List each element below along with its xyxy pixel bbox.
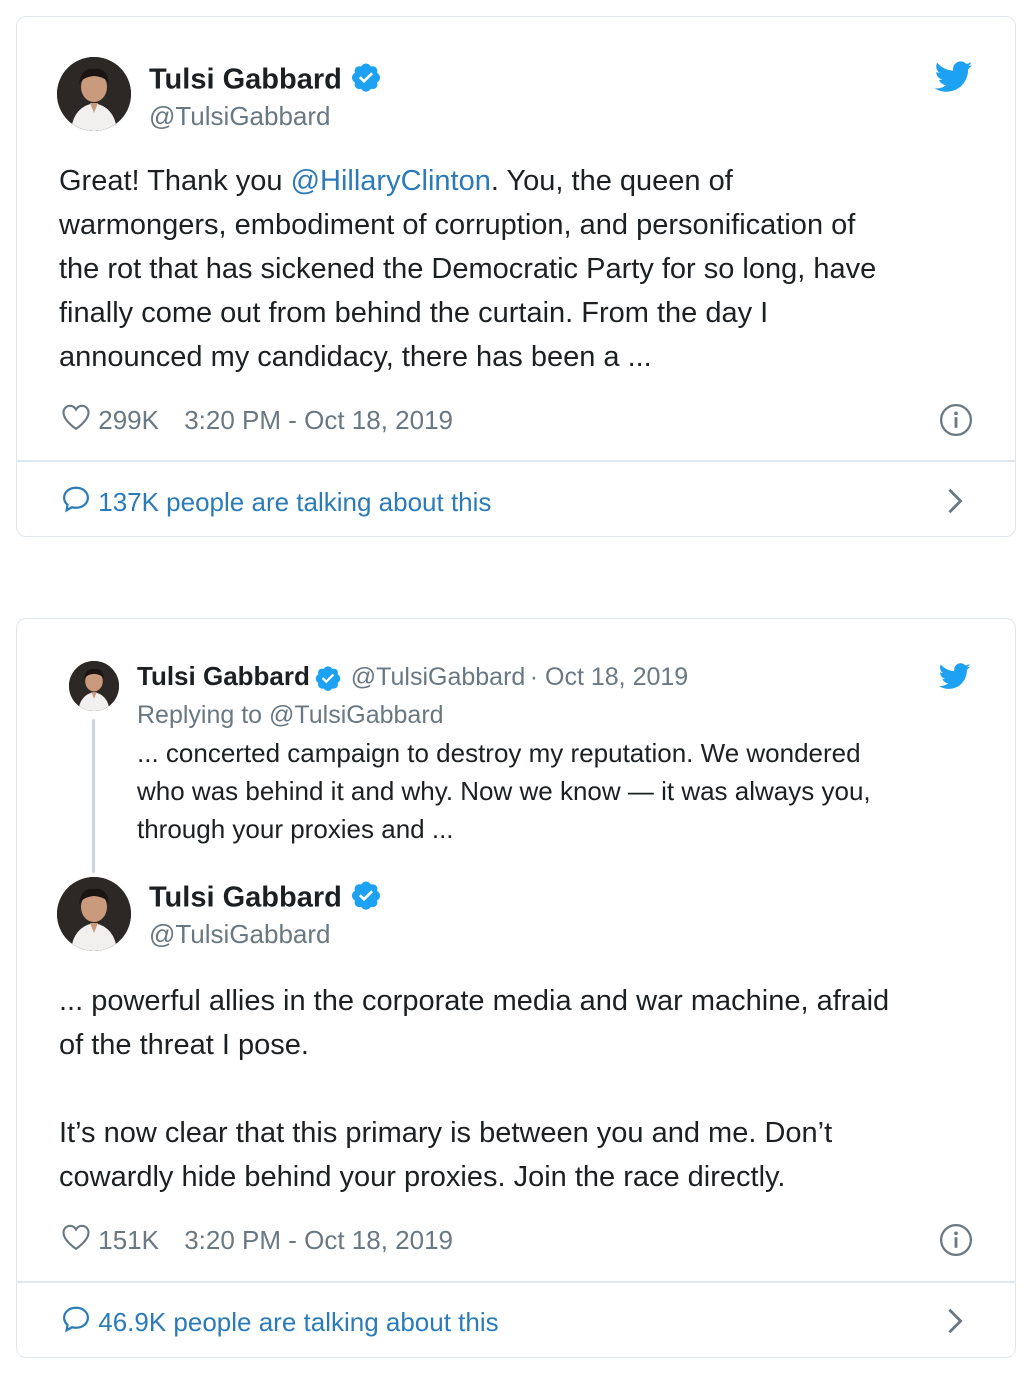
tweet-line: who was behind it and why. Now we know —… [137, 776, 871, 806]
verified-badge-icon [350, 879, 382, 919]
tweet-text: Great! Thank you @HillaryClinton. You, t… [59, 159, 876, 379]
like-count[interactable]: 151K [98, 1225, 159, 1255]
timestamp[interactable]: 3:20 PM - Oct 18, 2019 [184, 1225, 453, 1255]
talking-text[interactable]: 137K people are talking about this [98, 487, 491, 517]
divider [17, 460, 1015, 462]
quoted-tweet-text: ... concerted campaign to destroy my rep… [137, 734, 871, 848]
tweet-card[interactable]: Tulsi Gabbard @TulsiGabbard · Oct 18, 20… [16, 618, 1016, 1358]
tweet-line: ... concerted campaign to destroy my rep… [137, 738, 861, 768]
author-name[interactable]: Tulsi Gabbard [149, 64, 342, 96]
replying-to[interactable]: Replying to @TulsiGabbard [137, 701, 444, 730]
author-name[interactable]: Tulsi Gabbard [149, 882, 342, 914]
tweet-line: cowardly hide behind your proxies. Join … [59, 1161, 786, 1193]
author-name[interactable]: Tulsi Gabbard [137, 661, 310, 691]
chat-bubble-icon [61, 484, 91, 521]
tweet-line: Great! Thank you @HillaryClinton. You, t… [59, 165, 733, 197]
tweet-line: It’s now clear that this primary is betw… [59, 1117, 833, 1149]
tweet-line: ... powerful allies in the corporate med… [59, 985, 890, 1017]
talking-text[interactable]: 46.9K people are talking about this [98, 1307, 498, 1337]
tweet-line: of the threat I pose. [59, 1029, 309, 1061]
tweet-line [59, 1067, 889, 1111]
tweet-line: warmongers, embodiment of corruption, an… [59, 209, 856, 241]
heart-icon[interactable] [61, 1223, 91, 1258]
chevron-right-icon[interactable] [945, 1307, 965, 1340]
author-handle[interactable]: @TulsiGabbard [149, 919, 331, 950]
divider [17, 1281, 1015, 1283]
tweet-text: ... powerful allies in the corporate med… [59, 979, 889, 1199]
verified-badge-icon [350, 61, 382, 101]
chevron-right-icon[interactable] [945, 487, 965, 520]
author-handle[interactable]: @TulsiGabbard [351, 663, 526, 691]
timestamp[interactable]: 3:20 PM - Oct 18, 2019 [184, 405, 453, 435]
avatar[interactable] [69, 661, 119, 711]
tweet-line: announced my candidacy, there has been a… [59, 341, 652, 373]
reply-thread-line [92, 719, 95, 873]
info-icon[interactable] [939, 1223, 973, 1262]
like-count[interactable]: 299K [98, 405, 159, 435]
heart-icon[interactable] [61, 403, 91, 438]
info-icon[interactable] [939, 403, 973, 442]
avatar[interactable] [57, 877, 131, 951]
tweet-date[interactable]: · Oct 18, 2019 [530, 663, 688, 691]
talking-link[interactable]: 137K people are talking about this [61, 484, 491, 521]
verified-badge-icon [314, 664, 342, 697]
tweet-line: through your proxies and ... [137, 814, 454, 844]
twitter-bird-icon[interactable] [934, 61, 973, 98]
chat-bubble-icon [61, 1304, 91, 1341]
tweet-card[interactable]: Tulsi Gabbard @TulsiGabbard Great! Thank… [16, 16, 1016, 537]
author-handle[interactable]: @TulsiGabbard [149, 101, 331, 132]
avatar[interactable] [57, 57, 131, 131]
twitter-bird-icon[interactable] [938, 663, 971, 695]
tweet-line: finally come out from behind the curtain… [59, 297, 769, 329]
tweet-line: the rot that has sickened the Democratic… [59, 253, 877, 285]
mention-link[interactable]: @HillaryClinton [291, 165, 491, 197]
talking-link[interactable]: 46.9K people are talking about this [61, 1304, 499, 1341]
